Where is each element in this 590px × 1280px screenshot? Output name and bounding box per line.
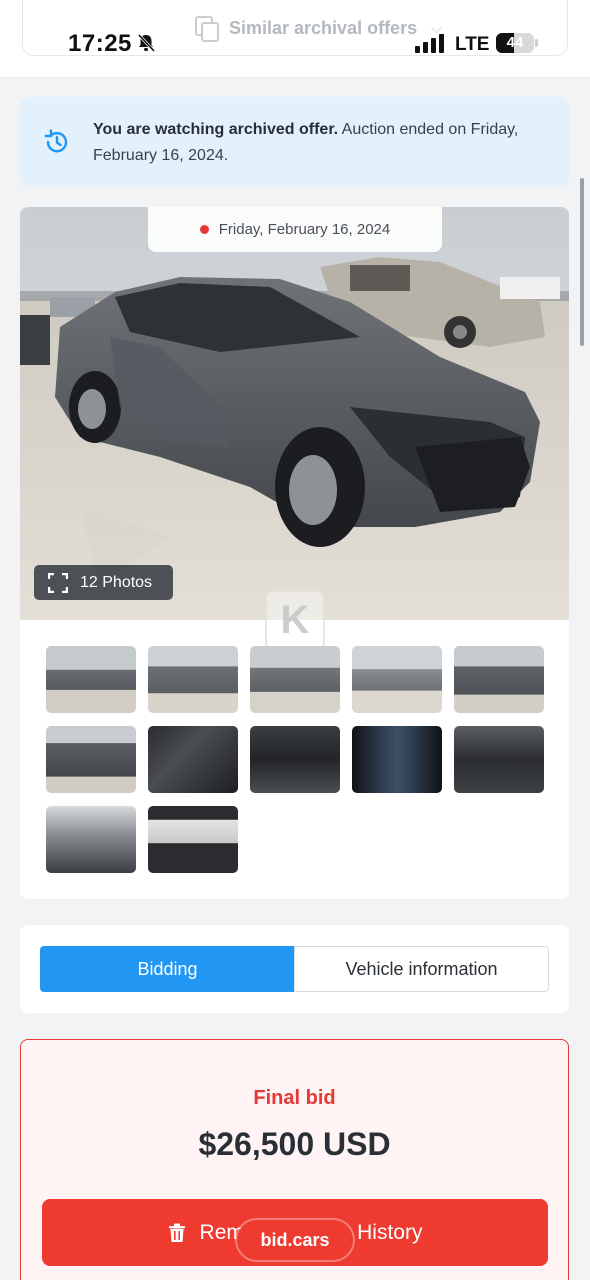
tab-bidding[interactable]: Bidding — [40, 946, 295, 992]
status-dot — [199, 225, 209, 234]
thumbnail[interactable] — [46, 726, 136, 793]
battery-level: 44 — [506, 34, 524, 51]
photos-count-button[interactable]: 12 Photos — [34, 565, 173, 600]
bell-off-icon — [137, 33, 156, 53]
auction-date-chip: Friday, February 16, 2024 — [148, 207, 442, 252]
network-type: LTE — [455, 34, 490, 55]
status-time: 17:25 — [68, 30, 132, 57]
tab-vehicle-information[interactable]: Vehicle information — [294, 946, 549, 992]
tabs-card: Bidding Vehicle information — [20, 925, 569, 1013]
thumbnail[interactable] — [148, 806, 238, 873]
trash-icon — [168, 1223, 185, 1242]
thumbnail[interactable] — [250, 646, 340, 713]
thumbnail[interactable] — [352, 646, 442, 713]
photo-gallery-card: Friday, February 16, 2024 12 Photos K — [20, 207, 569, 899]
thumbnail[interactable] — [148, 646, 238, 713]
fullscreen-icon — [48, 572, 68, 593]
photos-count-label: 12 Photos — [80, 573, 153, 591]
thumbnail[interactable] — [250, 726, 340, 793]
final-bid-label: Final bid — [253, 1087, 336, 1109]
thumbnail[interactable] — [46, 806, 136, 873]
thumbnail[interactable] — [454, 646, 544, 713]
similar-offers-label: Similar archival offers — [229, 17, 418, 38]
thumbnail[interactable] — [454, 726, 544, 793]
notice-text: You are watching archived offer. Auction… — [93, 117, 533, 169]
archived-notice: You are watching archived offer. Auction… — [20, 97, 569, 187]
battery-icon: 44 — [496, 33, 534, 53]
similar-offers-inner: Similar archival offers ⌵ — [195, 16, 442, 42]
thumbnail[interactable] — [148, 726, 238, 793]
history-icon — [44, 129, 68, 153]
signal-icon — [415, 33, 444, 53]
copy-icon — [195, 16, 219, 42]
auction-date: Friday, February 16, 2024 — [218, 221, 391, 238]
final-bid-value: $26,500 USD — [198, 1126, 391, 1162]
watermark-logo: K — [265, 590, 325, 650]
top-bar: Similar archival offers ⌵ 17:25 LTE 44 — [0, 0, 590, 78]
main-vehicle-photo[interactable]: Friday, February 16, 2024 12 Photos — [20, 207, 569, 620]
notice-bold: You are watching archived offer. — [93, 121, 339, 138]
thumbnail[interactable] — [46, 646, 136, 713]
page-scrollbar[interactable] — [580, 178, 584, 346]
car-photo-image — [20, 207, 569, 620]
thumbnail[interactable] — [352, 726, 442, 793]
bid-cars-badge[interactable]: bid.cars — [237, 1220, 353, 1260]
battery-cap — [535, 39, 538, 47]
